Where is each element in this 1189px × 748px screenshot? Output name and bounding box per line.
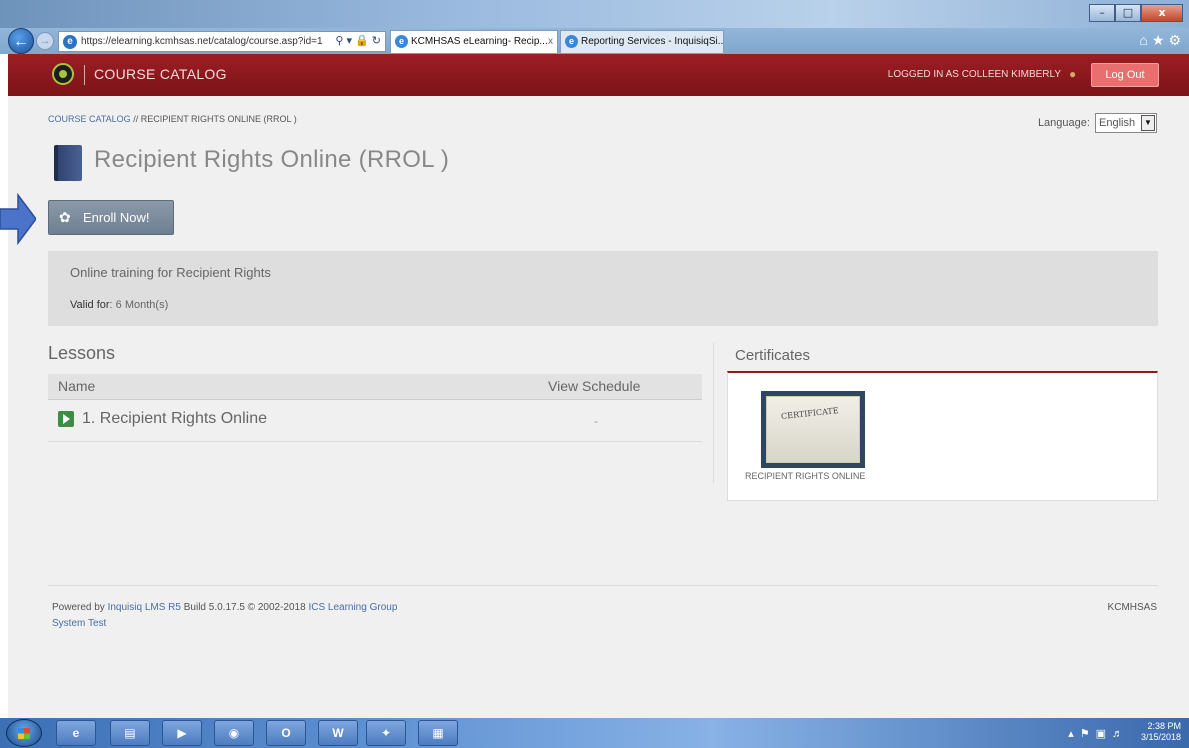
course-description-box: Online training for Recipient Rights Val…: [48, 251, 1158, 326]
breadcrumb: COURSE CATALOG // RECIPIENT RIGHTS ONLIN…: [48, 114, 297, 124]
minimize-button[interactable]: –: [1089, 4, 1115, 22]
tab-title: KCMHSAS eLearning- Recip...: [411, 36, 548, 47]
lessons-heading: Lessons: [48, 343, 116, 363]
address-bar[interactable]: e https://elearning.kcmhsas.net/catalog/…: [58, 31, 386, 52]
home-icon[interactable]: ⌂: [1139, 32, 1151, 48]
certificate-thumbnail[interactable]: CERTIFICATE: [761, 391, 865, 468]
taskbar-paint-icon[interactable]: ✦: [366, 720, 406, 746]
back-button[interactable]: ←: [8, 28, 34, 54]
site-logo[interactable]: [52, 63, 74, 85]
taskbar-word-icon[interactable]: W: [318, 720, 358, 746]
ie-favicon-icon: e: [395, 35, 408, 48]
breadcrumb-separator: //: [130, 114, 141, 124]
tab-title: Reporting Services - InquisiqSi...: [581, 36, 724, 47]
valid-for-label: Valid for: [70, 299, 110, 311]
chevron-down-icon: ▼: [1141, 115, 1155, 131]
tab-kcmhsas[interactable]: e KCMHSAS eLearning- Recip... x: [390, 30, 558, 54]
taskbar-outlook-icon[interactable]: O: [266, 720, 306, 746]
course-catalog-title[interactable]: COURSE CATALOG: [94, 66, 227, 82]
clock-time: 2:38 PM: [1147, 721, 1181, 731]
company-link[interactable]: ICS Learning Group: [308, 602, 397, 613]
certificate-label: RECIPIENT RIGHTS ONLINE: [745, 471, 866, 481]
taskbar-chrome-icon[interactable]: ◉: [214, 720, 254, 746]
clock-date: 3/15/2018: [1140, 732, 1181, 742]
lessons-table-header: Name View Schedule: [48, 374, 702, 400]
enroll-now-button[interactable]: ✿ Enroll Now!: [48, 200, 174, 235]
column-name: Name: [58, 378, 96, 394]
ie-favicon-icon: e: [63, 35, 77, 49]
lesson-name[interactable]: 1. Recipient Rights Online: [82, 410, 267, 428]
org-name: KCMHSAS: [1107, 602, 1157, 613]
close-window-button[interactable]: x: [1141, 4, 1183, 22]
clock[interactable]: 2:38 PM 3/15/2018: [1141, 721, 1181, 743]
language-label: Language:: [1037, 116, 1090, 129]
navigation-bar: ← → e https://elearning.kcmhsas.net/cata…: [0, 28, 1189, 54]
lessons-table: Name View Schedule 1. Recipient Rights O…: [48, 374, 702, 442]
user-icon: ●: [1069, 67, 1077, 81]
breadcrumb-course-catalog-link[interactable]: COURSE CATALOG: [48, 114, 131, 124]
valid-for-value: : 6 Month(s): [109, 299, 169, 311]
logged-in-text: LOGGED IN AS COLLEEN KIMBERLY: [887, 69, 1061, 80]
maximize-button[interactable]: □: [1115, 4, 1141, 22]
taskbar-explorer-icon[interactable]: ▤: [110, 720, 150, 746]
language-selector: Language: English ▼: [1038, 113, 1157, 133]
taskbar: e ▤ ▶ ◉ O W ✦ ▦ ▴⚑▣♬ 2:38 PM 3/15/2018: [0, 718, 1189, 748]
browser-tools: ⌂★⚙: [1139, 32, 1185, 49]
pointer-arrow-icon: [0, 193, 36, 245]
settings-gear-icon[interactable]: ⚙: [1168, 32, 1185, 48]
logout-button[interactable]: Log Out: [1091, 63, 1159, 87]
taskbar-ie-icon[interactable]: e: [56, 720, 96, 746]
leaf-icon: ✿: [59, 209, 71, 225]
taskbar-app-icon[interactable]: ▦: [418, 720, 458, 746]
book-icon: [54, 145, 82, 181]
start-button[interactable]: [6, 719, 42, 747]
valid-for-text: Valid for: 6 Month(s): [70, 299, 168, 311]
system-test-link[interactable]: System Test: [52, 618, 106, 629]
course-description: Online training for Recipient Rights: [70, 265, 271, 280]
tab-reporting-services[interactable]: e Reporting Services - InquisiqSi...: [560, 30, 724, 54]
address-url: https://elearning.kcmhsas.net/catalog/co…: [81, 36, 323, 47]
table-row[interactable]: 1. Recipient Rights Online -: [48, 400, 702, 442]
product-link[interactable]: Inquisiq LMS R5: [108, 602, 181, 613]
video-lesson-icon: [58, 411, 74, 427]
certificate-image-text: CERTIFICATE: [780, 406, 839, 421]
certificates-box: CERTIFICATE RECIPIENT RIGHTS ONLINE: [727, 371, 1158, 501]
certificate-image: CERTIFICATE: [766, 396, 860, 463]
language-dropdown[interactable]: English ▼: [1095, 113, 1157, 133]
footer-divider: [48, 585, 1158, 586]
page-title: Recipient Rights Online (RROL ): [94, 146, 450, 173]
ie-favicon-icon: e: [565, 35, 578, 48]
certificates-heading: Certificates: [735, 347, 811, 364]
powered-prefix: Powered by: [52, 602, 108, 613]
lesson-schedule: -: [594, 414, 598, 428]
page-content: COURSE CATALOG // RECIPIENT RIGHTS ONLIN…: [0, 96, 1189, 718]
search-refresh-icon[interactable]: ⚲ ▾ 🔒 ↻: [335, 32, 381, 51]
enroll-label: Enroll Now!: [83, 210, 150, 225]
powered-by-text: Powered by Inquisiq LMS R5 Build 5.0.17.…: [52, 602, 397, 613]
tab-close-icon[interactable]: x: [548, 31, 553, 53]
breadcrumb-current: RECIPIENT RIGHTS ONLINE (RROL ): [140, 114, 297, 124]
column-view-schedule: View Schedule: [548, 378, 641, 394]
header-divider: [84, 65, 85, 85]
favorites-star-icon[interactable]: ★: [1152, 32, 1169, 48]
system-tray-icons[interactable]: ▴⚑▣♬: [1068, 727, 1129, 740]
build-text: Build 5.0.17.5 © 2002-2018: [180, 602, 309, 613]
site-header: COURSE CATALOG LOGGED IN AS COLLEEN KIMB…: [8, 54, 1189, 96]
column-divider: [713, 343, 714, 483]
window-controls: – □ x: [1089, 4, 1183, 22]
language-selected: English: [1099, 117, 1136, 129]
forward-button[interactable]: →: [36, 32, 54, 50]
taskbar-media-icon[interactable]: ▶: [162, 720, 202, 746]
title-bar: – □ x: [0, 0, 1189, 28]
browser-chrome: – □ x ← → e https://elearning.kcmhsas.ne…: [0, 0, 1189, 54]
